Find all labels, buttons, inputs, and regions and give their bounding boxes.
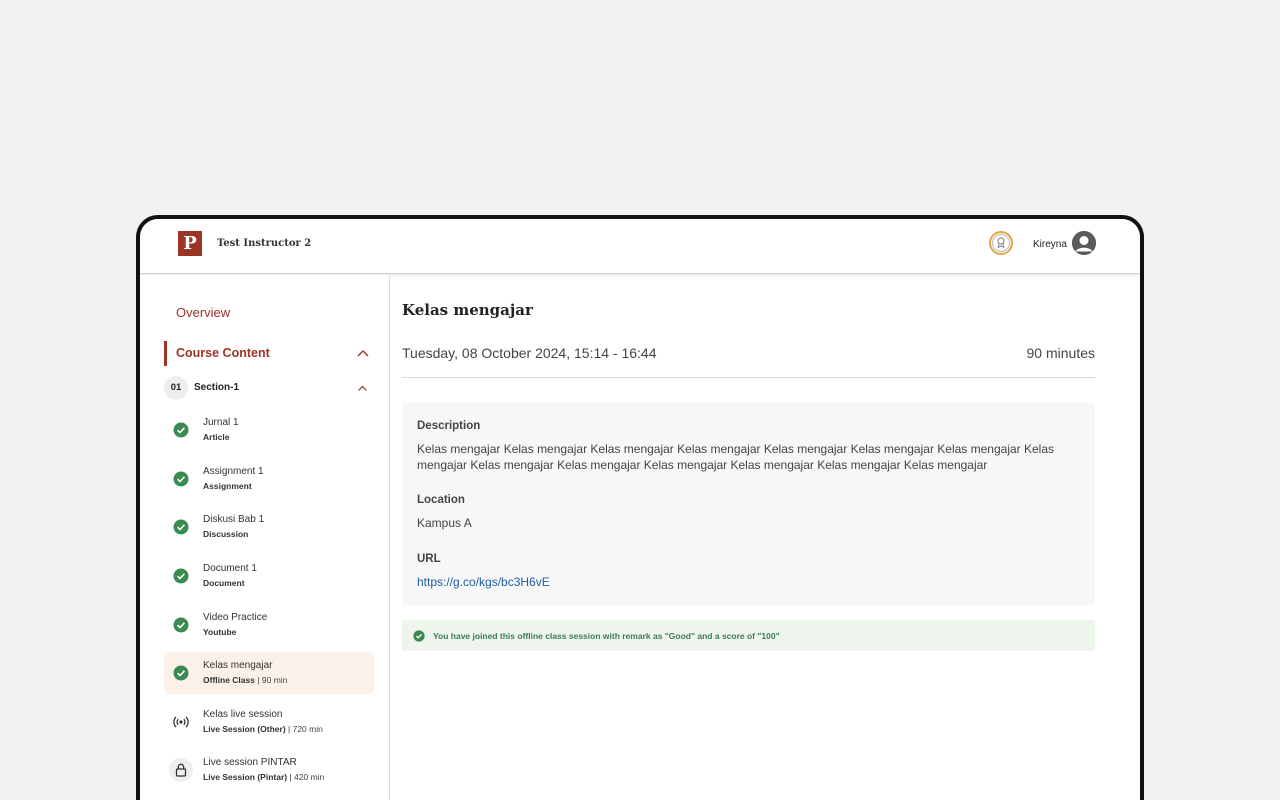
divider <box>402 377 1095 378</box>
check-circle-icon <box>173 568 189 584</box>
sidebar-item-kelas-mengajar[interactable]: Kelas mengajar Offline Class | 90 min <box>164 652 374 694</box>
section-title[interactable]: Section-1 <box>194 382 239 393</box>
sidebar-item-live-session-pintar[interactable]: Live session PINTAR Live Session (Pintar… <box>164 749 374 791</box>
item-title: Diskusi Bab 1 <box>203 514 265 525</box>
item-title: Live session PINTAR <box>203 757 297 768</box>
item-type: Assignment <box>203 481 252 491</box>
description-text: Kelas mengajar Kelas mengajar Kelas meng… <box>417 442 1055 472</box>
item-type: Live Session (Pintar) | 420 min <box>203 772 325 782</box>
device-frame: P Test Instructor 2 Kireyna Overview Cou… <box>136 215 1144 800</box>
location-value: Kampus A <box>417 516 472 530</box>
sidebar-item-video-practice[interactable]: Video Practice Youtube <box>164 604 374 646</box>
description-label: Description <box>417 420 481 432</box>
check-circle-icon <box>173 665 189 681</box>
details-card: Description Kelas mengajar Kelas mengaja… <box>402 403 1095 605</box>
location-label: Location <box>417 494 465 506</box>
chevron-up-icon[interactable] <box>357 384 368 392</box>
broadcast-icon <box>173 716 189 728</box>
check-circle-icon <box>413 630 425 642</box>
session-url-link[interactable]: https://g.co/kgs/bc3H6vE <box>417 575 550 589</box>
item-type: Live Session (Other) | 720 min <box>203 724 323 734</box>
avatar[interactable] <box>1072 231 1096 255</box>
item-title: Assignment 1 <box>203 466 264 477</box>
page-title: Kelas mengajar <box>402 301 533 319</box>
item-title: Kelas live session <box>203 709 283 720</box>
content-area: Kelas mengajar Tuesday, 08 October 2024,… <box>402 275 1095 800</box>
lock-icon <box>169 758 193 782</box>
item-title: Kelas mengajar <box>203 660 273 671</box>
join-status-notice: You have joined this offline class sessi… <box>402 620 1095 651</box>
sidebar-item-assignment-1[interactable]: Assignment 1 Assignment <box>164 458 374 500</box>
active-indicator <box>164 341 167 366</box>
section-number: 01 <box>164 376 188 400</box>
notice-text: You have joined this offline class sessi… <box>433 631 780 641</box>
sidebar-item-kelas-live-session[interactable]: Kelas live session Live Session (Other) … <box>164 701 374 743</box>
certificate-badge-icon[interactable] <box>988 230 1014 256</box>
item-type: Article <box>203 432 230 442</box>
session-date: Tuesday, 08 October 2024, 15:14 - 16:44 <box>402 345 657 361</box>
item-type: Youtube <box>203 627 237 637</box>
check-circle-icon <box>173 422 189 438</box>
check-circle-icon <box>173 519 189 535</box>
app-logo[interactable]: P <box>178 231 202 256</box>
item-title: Video Practice <box>203 612 268 623</box>
item-title: Jurnal 1 <box>203 417 239 428</box>
item-title: Document 1 <box>203 563 257 574</box>
item-type: Offline Class | 90 min <box>203 675 288 685</box>
session-duration: 90 minutes <box>1026 345 1095 361</box>
course-title: Test Instructor 2 <box>217 238 312 249</box>
item-type: Discussion <box>203 529 249 539</box>
chevron-up-icon[interactable] <box>356 348 370 358</box>
check-circle-icon <box>173 617 189 633</box>
top-bar: P Test Instructor 2 Kireyna <box>140 219 1140 274</box>
sidebar-item-document-1[interactable]: Document 1 Document <box>164 555 374 597</box>
check-circle-icon <box>173 471 189 487</box>
sidebar-item-diskusi-bab-1[interactable]: Diskusi Bab 1 Discussion <box>164 506 374 548</box>
sidebar-item-jurnal-1[interactable]: Jurnal 1 Article <box>164 409 374 451</box>
sidebar: Overview Course Content 01 Section-1 Jur… <box>140 275 390 800</box>
username[interactable]: Kireyna <box>1033 239 1067 250</box>
overview-link[interactable]: Overview <box>176 305 230 320</box>
url-label: URL <box>417 553 441 565</box>
user-icon <box>1072 231 1096 255</box>
course-content-toggle[interactable]: Course Content <box>176 346 270 360</box>
item-type: Document <box>203 578 245 588</box>
